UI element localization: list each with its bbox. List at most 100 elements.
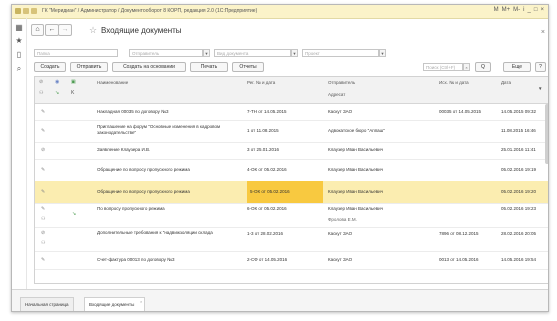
row-reg: 7-ТН от 14.05.2015 xyxy=(247,109,287,114)
status-col-icon[interactable]: ◉ xyxy=(55,79,59,85)
titlebar-icons xyxy=(15,8,37,14)
row-name: По вопросу пропускного режима xyxy=(97,206,165,211)
send-button[interactable]: Отправить xyxy=(70,62,108,72)
home-button[interactable]: ⌂ xyxy=(31,24,44,36)
maximize-button[interactable]: □ xyxy=(534,7,538,13)
name-header[interactable]: Наименование xyxy=(97,80,128,85)
row-name: Заявление Клаузера И.В. xyxy=(97,147,151,152)
row-out: 00035 от 14.05.2015 xyxy=(439,109,482,114)
tab-incoming-documents[interactable]: Входящие документы × xyxy=(84,295,146,311)
row-name: Накладная 00035 по договору №3 xyxy=(97,109,169,114)
favorite-star-icon[interactable]: ☆ xyxy=(89,25,97,36)
tab-home-page[interactable]: Начальная страница xyxy=(20,297,74,311)
menu-icon[interactable] xyxy=(23,8,29,14)
sender-header[interactable]: Отправитель xyxy=(328,80,355,85)
sidebar: ▦ ★ ▯ ⌕ xyxy=(12,18,27,311)
row-sender: Клаузер Иван Васильевич xyxy=(328,189,384,194)
doc-type-filter[interactable]: Вид документа xyxy=(214,49,291,57)
row-date: 25.01.2016 11:41 xyxy=(501,147,536,152)
print-button[interactable]: Печать xyxy=(190,62,228,72)
table-row[interactable]: ✎ ⚇ ↘ По вопросу пропускного режима 6-ОК… xyxy=(35,203,548,228)
table-row[interactable]: ⊘ ⚇ Дополнительные требования к "надвижз… xyxy=(35,227,548,252)
minimize-button[interactable]: _ xyxy=(528,7,531,13)
users-col-icon[interactable]: ⚇ xyxy=(39,90,43,96)
incoming-doc-icon: ✎ xyxy=(41,128,46,134)
row-date: 05.02.2016 19:20 xyxy=(501,189,537,194)
row-reg: 5-ОК от 05.02.2016 xyxy=(250,189,290,194)
create-button[interactable]: Создать xyxy=(34,62,66,72)
row-date: 14.05.2016 19:54 xyxy=(501,257,537,262)
reports-button[interactable]: Отчеты xyxy=(232,62,264,72)
row-sender: Каскут ЗАО xyxy=(328,231,353,236)
addressee-header[interactable]: Адресат xyxy=(328,92,345,97)
incoming-doc-icon: ✎ xyxy=(41,189,46,195)
date-header[interactable]: Дата xyxy=(501,80,511,85)
table-row[interactable]: ✎ Счет-фактура 00013 по договору №3 2-СФ… xyxy=(35,251,548,270)
row-reg: 6-ОК от 05.02.2016 xyxy=(247,206,287,211)
more-button[interactable]: Еще xyxy=(503,62,531,72)
page-title: Входящие документы xyxy=(101,26,182,35)
project-filter[interactable]: Проект xyxy=(302,49,379,57)
row-date: 14.05.2015 09:32 xyxy=(501,109,537,114)
apps-grid-icon[interactable]: ▦ xyxy=(15,24,23,32)
forward-button[interactable]: → xyxy=(58,24,72,36)
mem-minus-button[interactable]: M- xyxy=(513,7,520,13)
title-bar: ГК "Меридиан" / Администратор / Документ… xyxy=(12,5,548,19)
close-tab-icon[interactable]: × xyxy=(140,295,142,308)
star-icon[interactable]: ★ xyxy=(15,37,23,45)
app-logo-icon xyxy=(15,8,21,14)
project-dropdown-icon[interactable]: ▼ xyxy=(379,49,386,57)
row-date: 11.08.2015 16:46 xyxy=(501,128,536,133)
back-icon[interactable] xyxy=(31,8,37,14)
doc-type-dropdown-icon[interactable]: ▼ xyxy=(291,49,298,57)
table-row[interactable]: ✎ Обращение по вопросу пропускного режим… xyxy=(35,159,548,182)
sender-dropdown-icon[interactable]: ▼ xyxy=(203,49,210,57)
row-name: Счет-фактура 00013 по договору №3 xyxy=(97,257,175,262)
folder-filter[interactable]: Папка xyxy=(34,49,118,57)
history-icon[interactable]: ▯ xyxy=(15,51,23,59)
row-addressee: Фролова Е.М. xyxy=(328,217,357,222)
sort-desc-icon[interactable]: ▼ xyxy=(538,86,542,91)
table-header: ⊘ ◉ ▣ ⚇ ↘ K Наименование Рег. № и дата О… xyxy=(35,77,548,104)
documents-table: ⊘ ◉ ▣ ⚇ ↘ K Наименование Рег. № и дата О… xyxy=(34,76,548,284)
row-sender: Каскут ЗАО xyxy=(328,257,353,262)
row-sender: Клаузер Иван Васильевич xyxy=(328,147,384,152)
vertical-scrollbar[interactable] xyxy=(545,104,548,164)
row-out: 0013 от 14.05.2016 xyxy=(439,257,479,262)
users-icon: ⚇ xyxy=(41,240,46,246)
check-col-icon[interactable]: ↘ xyxy=(55,90,59,96)
back-button[interactable]: ← xyxy=(45,24,59,36)
app-window: ГК "Меридиан" / Администратор / Документ… xyxy=(11,4,549,312)
close-window-button[interactable]: × xyxy=(540,7,544,13)
out-header[interactable]: Исх. № и дата xyxy=(439,80,469,85)
window-controls: M M+ M- i _ □ × xyxy=(494,7,544,13)
open-pages-bar: Начальная страница Входящие документы × xyxy=(12,289,548,311)
help-button[interactable]: ? xyxy=(535,62,546,72)
table-row[interactable]: ⊘ Заявление Клаузера И.В. 3 от 25.01.201… xyxy=(35,142,548,160)
mem-plus-button[interactable]: M+ xyxy=(502,7,511,13)
task-col-icon[interactable]: ▣ xyxy=(71,79,76,85)
control-col-icon[interactable]: K xyxy=(71,90,74,96)
row-name: Обращение по вопросу пропускного режима xyxy=(97,189,190,194)
incoming-doc-icon: ✎ xyxy=(41,109,46,115)
close-page-icon[interactable]: × xyxy=(541,29,545,36)
create-based-on-button[interactable]: Создать на основании xyxy=(112,62,186,72)
sender-filter[interactable]: Отправитель xyxy=(129,49,203,57)
row-name: Обращение по вопросу пропускного режима xyxy=(97,167,190,172)
table-row[interactable]: ✎ Накладная 00035 по договору №3 7-ТН от… xyxy=(35,104,548,121)
row-reg: 1-3 от 28.02.2016 xyxy=(247,231,283,236)
mem-m-button[interactable]: M xyxy=(494,7,499,13)
search-icon[interactable]: ⌕ xyxy=(15,65,23,73)
info-button[interactable]: i xyxy=(523,7,524,13)
row-name: Дополнительные требования к "надвижзоляц… xyxy=(97,230,213,235)
incoming-doc-icon: ✎ xyxy=(41,206,46,212)
attachment-col-icon[interactable]: ⊘ xyxy=(39,79,43,85)
search-button[interactable]: Q xyxy=(475,62,491,72)
table-row[interactable]: ✎ Приглашение на форум "Основные изменен… xyxy=(35,120,548,143)
row-sender: Каскут ЗАО xyxy=(328,109,353,114)
reg-header[interactable]: Рег. № и дата xyxy=(247,80,275,85)
users-icon: ⚇ xyxy=(41,216,46,222)
search-clear-icon[interactable]: × xyxy=(463,63,470,71)
search-input[interactable]: Поиск (Ctrl+F) xyxy=(423,63,463,71)
table-row-selected[interactable]: ✎ Обращение по вопросу пропускного режим… xyxy=(35,181,548,204)
